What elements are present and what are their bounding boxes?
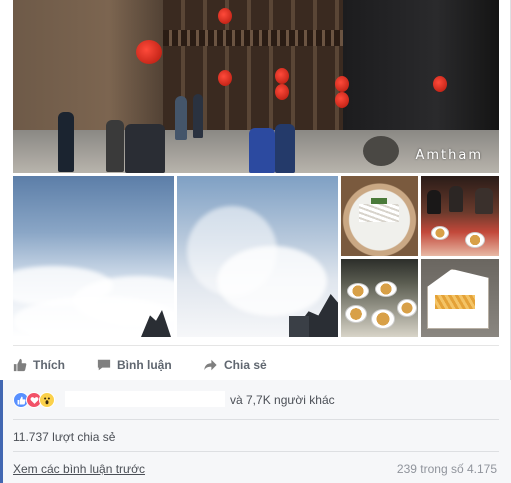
person-silhouette — [106, 120, 124, 172]
comment-count: 239 trong số 4.175 — [396, 462, 497, 476]
divider — [13, 451, 499, 452]
person-silhouette — [275, 124, 295, 173]
takeout-box-photo[interactable] — [421, 259, 499, 337]
person-silhouette — [175, 96, 187, 140]
plate — [347, 283, 369, 299]
person-silhouette — [125, 124, 165, 173]
lantern-decoration — [218, 70, 232, 86]
lantern-decoration — [335, 76, 349, 92]
noodle-bowl-photo[interactable] — [341, 176, 418, 256]
noodles — [359, 204, 399, 222]
person-silhouette — [58, 112, 74, 172]
plate — [431, 226, 449, 240]
mist-shape — [217, 246, 327, 316]
lantern-decoration — [335, 92, 349, 108]
stone-planter — [363, 136, 399, 166]
view-previous-comments-link[interactable]: Xem các bình luận trước — [13, 462, 145, 476]
post-card: Amtham Thích Bình luận Chia sẻ và 7,7K n… — [0, 0, 511, 483]
garnish — [371, 198, 387, 204]
person-silhouette — [449, 186, 463, 212]
action-bar: Thích Bình luận Chia sẻ — [13, 350, 499, 380]
dishes-photo[interactable] — [341, 259, 418, 337]
plate — [371, 309, 395, 329]
plate — [397, 299, 417, 317]
social-summary: và 7,7K người khác 11.737 lượt chia sẻ X… — [0, 380, 511, 483]
divider — [13, 345, 499, 346]
like-button[interactable]: Thích — [13, 350, 65, 380]
divider — [13, 419, 499, 420]
plate — [345, 305, 367, 323]
share-label: Chia sẻ — [224, 358, 267, 372]
person-silhouette — [249, 128, 275, 173]
reaction-icons[interactable] — [13, 392, 55, 408]
share-arrow-icon — [203, 358, 218, 372]
lantern-decoration — [275, 84, 289, 100]
comment-label: Bình luận — [117, 358, 172, 372]
reaction-summary-text[interactable]: và 7,7K người khác — [230, 393, 335, 407]
balcony-railing — [163, 30, 343, 46]
comment-icon — [97, 358, 111, 372]
mountain-peak — [289, 316, 309, 337]
person-silhouette — [193, 94, 203, 138]
lantern-decoration — [136, 40, 162, 64]
mountain-mist-photo[interactable] — [177, 176, 338, 337]
wow-reaction-icon — [39, 392, 55, 408]
photo-watermark: Amtham — [415, 148, 483, 163]
plate — [465, 232, 485, 248]
cloud-sea-photo[interactable] — [13, 176, 174, 337]
redacted-names — [65, 391, 225, 407]
dinner-table-photo[interactable] — [421, 176, 499, 256]
thumbs-up-icon — [13, 358, 27, 372]
building-center — [163, 0, 343, 130]
lantern-decoration — [218, 8, 232, 24]
share-count[interactable]: 11.737 lượt chia sẻ — [13, 430, 115, 444]
plate — [375, 281, 397, 297]
lantern-decoration — [275, 68, 289, 84]
fries — [435, 295, 475, 309]
person-silhouette — [427, 190, 441, 214]
person-silhouette — [475, 188, 493, 214]
comment-button[interactable]: Bình luận — [97, 350, 172, 380]
share-button[interactable]: Chia sẻ — [203, 350, 267, 380]
like-label: Thích — [33, 358, 65, 372]
courtyard-photo[interactable]: Amtham — [13, 0, 499, 173]
lantern-decoration — [433, 76, 447, 92]
